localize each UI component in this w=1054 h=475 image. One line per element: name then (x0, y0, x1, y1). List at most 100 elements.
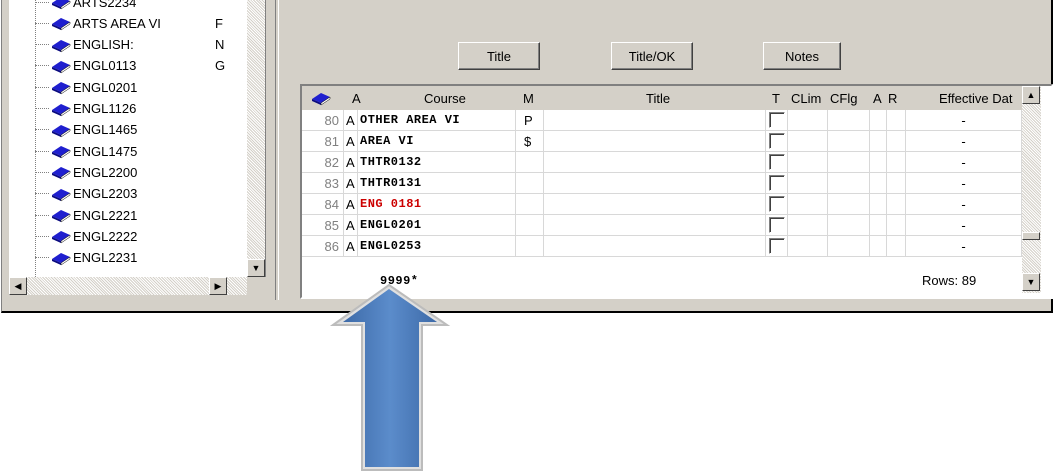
row-t-checkbox[interactable] (768, 175, 785, 191)
tree-vertical-scrollbar[interactable]: ▼ (247, 0, 265, 277)
row-course[interactable]: AREA VI (358, 131, 516, 152)
notes-button[interactable]: Notes (763, 42, 841, 70)
header-clim[interactable]: CLim (791, 86, 821, 110)
course-tree[interactable]: ARTS2234 ARTS AREA VI F ENGLISH: N ENGL0113 G E… (9, 0, 266, 277)
row-clim[interactable] (788, 131, 828, 152)
row-t-checkbox[interactable] (768, 112, 785, 128)
grid-vertical-scrollbar[interactable]: ▲ ▼ (1022, 86, 1041, 293)
row-t-checkbox-cell[interactable] (766, 131, 788, 152)
row-a2[interactable] (870, 173, 887, 194)
table-row[interactable]: 81 A AREA VI $ - (302, 131, 1022, 152)
row-a[interactable]: A (344, 131, 358, 152)
row-t-checkbox[interactable] (768, 133, 785, 149)
header-a2[interactable]: A (873, 86, 882, 110)
grid-scroll-down-button[interactable]: ▼ (1022, 273, 1040, 291)
header-m[interactable]: M (523, 86, 534, 110)
course-grid[interactable]: A Course M Title T CLim CFlg A R Effecti… (300, 84, 1053, 299)
tree-item[interactable]: ENGL0113 G (35, 56, 260, 76)
row-title[interactable] (544, 131, 766, 152)
row-t-checkbox-cell[interactable] (766, 152, 788, 173)
row-clim[interactable] (788, 215, 828, 236)
header-cflg[interactable]: CFlg (830, 86, 857, 110)
row-effective-date[interactable]: - (906, 152, 1022, 173)
tree-item[interactable]: ENGL2203 (35, 184, 260, 204)
header-effective-date[interactable]: Effective Dat (939, 86, 1012, 110)
row-t-checkbox[interactable] (768, 196, 785, 212)
row-title[interactable] (544, 194, 766, 215)
title-ok-button[interactable]: Title/OK (611, 42, 693, 70)
header-title[interactable]: Title (646, 86, 670, 110)
row-m[interactable]: P (516, 110, 544, 131)
row-a[interactable]: A (344, 236, 358, 257)
row-effective-date[interactable]: - (906, 110, 1022, 131)
row-r[interactable] (887, 215, 906, 236)
row-a2[interactable] (870, 215, 887, 236)
row-clim[interactable] (788, 236, 828, 257)
row-t-checkbox-cell[interactable] (766, 194, 788, 215)
row-cflg[interactable] (828, 173, 870, 194)
tree-item[interactable]: ENGL1465 (35, 120, 260, 140)
row-cflg[interactable] (828, 110, 870, 131)
row-effective-date[interactable]: - (906, 173, 1022, 194)
row-a2[interactable] (870, 152, 887, 173)
header-course[interactable]: Course (424, 86, 466, 110)
tree-item[interactable]: ENGL1475 (35, 141, 260, 161)
table-row[interactable]: 85 A ENGL0201 - (302, 215, 1022, 236)
row-a[interactable]: A (344, 215, 358, 236)
header-r[interactable]: R (888, 86, 897, 110)
row-cflg[interactable] (828, 131, 870, 152)
table-row[interactable]: 83 A THTR0131 - (302, 173, 1022, 194)
row-cflg[interactable] (828, 215, 870, 236)
row-m[interactable] (516, 236, 544, 257)
row-effective-date[interactable]: - (906, 236, 1022, 257)
row-a[interactable]: A (344, 152, 358, 173)
row-m[interactable] (516, 152, 544, 173)
row-t-checkbox-cell[interactable] (766, 236, 788, 257)
row-t-checkbox-cell[interactable] (766, 173, 788, 194)
row-title[interactable] (544, 173, 766, 194)
row-cflg[interactable] (828, 236, 870, 257)
row-a[interactable]: A (344, 173, 358, 194)
tree-horizontal-scrollbar[interactable]: ◀ ▶ (9, 277, 247, 295)
row-effective-date[interactable]: - (906, 194, 1022, 215)
row-r[interactable] (887, 110, 906, 131)
row-effective-date[interactable]: - (906, 131, 1022, 152)
row-r[interactable] (887, 194, 906, 215)
row-clim[interactable] (788, 152, 828, 173)
tree-item[interactable]: ENGL2222 (35, 226, 260, 246)
row-m[interactable] (516, 194, 544, 215)
tree-item[interactable]: ENGL2221 (35, 205, 260, 225)
row-m[interactable]: $ (516, 131, 544, 152)
tree-item[interactable]: ENGL2231 (35, 248, 260, 268)
row-m[interactable] (516, 173, 544, 194)
row-a[interactable]: A (344, 194, 358, 215)
row-title[interactable] (544, 152, 766, 173)
row-a2[interactable] (870, 110, 887, 131)
row-clim[interactable] (788, 110, 828, 131)
tree-item[interactable]: ENGL0201 (35, 77, 260, 97)
row-course[interactable]: ENGL0201 (358, 215, 516, 236)
table-row[interactable]: 86 A ENGL0253 - (302, 236, 1022, 257)
row-a2[interactable] (870, 236, 887, 257)
tree-item[interactable]: ARTS AREA VI F (35, 13, 260, 33)
grid-scroll-up-button[interactable]: ▲ (1022, 86, 1040, 104)
row-a2[interactable] (870, 131, 887, 152)
title-button[interactable]: Title (458, 42, 540, 70)
row-cflg[interactable] (828, 152, 870, 173)
row-a[interactable]: A (344, 110, 358, 131)
table-row[interactable]: 84 A ENG 0181 - (302, 194, 1022, 215)
row-clim[interactable] (788, 194, 828, 215)
tree-item[interactable]: ARTS2234 (35, 0, 260, 12)
row-course[interactable]: THTR0132 (358, 152, 516, 173)
row-r[interactable] (887, 131, 906, 152)
row-a2[interactable] (870, 194, 887, 215)
scroll-left-button[interactable]: ◀ (9, 277, 27, 295)
table-row[interactable]: 80 A OTHER AREA VI P - (302, 110, 1022, 131)
row-cflg[interactable] (828, 194, 870, 215)
row-t-checkbox-cell[interactable] (766, 215, 788, 236)
row-course[interactable]: OTHER AREA VI (358, 110, 516, 131)
scroll-down-button[interactable]: ▼ (247, 259, 265, 277)
row-t-checkbox[interactable] (768, 238, 785, 254)
row-effective-date[interactable]: - (906, 215, 1022, 236)
row-course[interactable]: ENG 0181 (358, 194, 516, 215)
